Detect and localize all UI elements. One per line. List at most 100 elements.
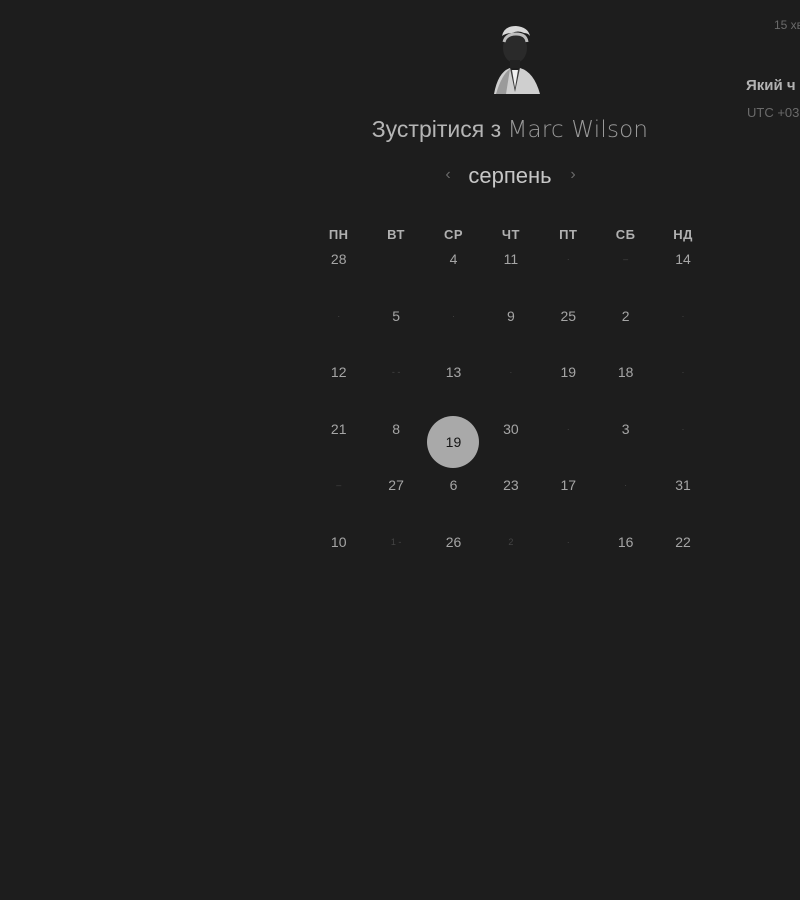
calendar-day: ·	[654, 416, 711, 442]
day-number: 21	[330, 420, 347, 437]
day-number: ·	[566, 536, 570, 547]
weekday-label: ЧТ	[501, 227, 520, 242]
calendar-day[interactable]: 23	[482, 472, 539, 498]
calendar-day: ·	[654, 303, 711, 329]
day-number: 8	[392, 420, 400, 437]
day-number: 9	[506, 307, 515, 324]
month-navigation: ‹ серпень ›	[430, 163, 590, 193]
calendar-day[interactable]: 31	[654, 472, 711, 498]
calendar-day: 1 -	[367, 529, 424, 555]
calendar-day[interactable]: 2	[597, 303, 654, 329]
day-number: - -	[391, 367, 401, 377]
calendar-day[interactable]: 10	[310, 529, 367, 555]
calendar-day	[367, 246, 424, 272]
day-number: 25	[560, 307, 577, 324]
day-number: 28	[330, 251, 347, 267]
weekday-label: НД	[673, 227, 693, 242]
calendar-day[interactable]: 4	[425, 246, 482, 272]
calendar-day[interactable]: 16	[597, 529, 654, 555]
day-number: 4	[449, 251, 458, 267]
day-number: –	[336, 480, 342, 490]
day-number: 13	[445, 364, 462, 380]
calendar-day[interactable]: 3	[597, 416, 654, 442]
calendar-day: 2	[482, 529, 539, 555]
day-number: ·	[509, 367, 513, 377]
calendar-day-selected[interactable]: 19	[425, 415, 482, 468]
day-number: 19	[427, 415, 480, 468]
calendar-grid: ПН ВТ СР ЧТ ПТ СБ НД 28 4 11 · –14 · 5 · 9 25 2 · 12- -13 ·…	[310, 224, 712, 585]
day-number: ·	[451, 310, 455, 321]
day-number: 19	[560, 364, 577, 380]
day-number: 12	[330, 364, 347, 380]
calendar-day: ·	[540, 529, 597, 555]
calendar-day: –	[597, 246, 654, 272]
calendar-day: –	[310, 472, 367, 498]
day-number: 5	[392, 307, 400, 324]
day-number: ·	[681, 367, 685, 377]
title-prefix: Зустрітися з	[371, 116, 502, 142]
calendar-day[interactable]: 18	[597, 359, 654, 385]
calendar-day[interactable]: 14	[654, 246, 711, 272]
calendar-day[interactable]: 12	[310, 359, 367, 385]
calendar-day: - -	[367, 359, 424, 385]
weekday-header-row: ПН ВТ СР ЧТ ПТ СБ НД	[310, 224, 712, 246]
calendar-day[interactable]: 8	[367, 416, 424, 442]
day-number: 1 -	[390, 536, 402, 547]
calendar-days: 28 4 11 · – 14 · 5 · 9 25 2 · 12 - - 13 · 19 18 · 21 8 19 30 · 3 ·…	[310, 246, 712, 585]
calendar-day[interactable]: 6	[425, 472, 482, 498]
day-number: ·	[681, 423, 685, 434]
timezone-question: Який ч	[746, 77, 796, 94]
duration-label: 15 хв	[774, 18, 800, 32]
day-number: 22	[675, 533, 691, 550]
day-number: 2	[621, 307, 630, 324]
details-panel: 15 хв Який ч UTC +03	[746, 0, 800, 140]
day-number: 30	[503, 420, 519, 437]
day-number: –	[623, 254, 629, 264]
calendar-day[interactable]: 9	[482, 303, 539, 329]
day-number: ·	[624, 480, 628, 490]
calendar-day[interactable]: 30	[482, 416, 539, 442]
day-number: 31	[675, 477, 691, 493]
calendar-day[interactable]: 19	[540, 359, 597, 385]
calendar-day[interactable]: 5	[367, 303, 424, 329]
calendar-day[interactable]: 28	[310, 246, 367, 272]
booking-page: Зустрітися з Marc Wilson ‹ серпень › ПН В…	[0, 0, 800, 900]
calendar-day[interactable]: 22	[654, 529, 711, 555]
calendar-day: ·	[597, 472, 654, 498]
day-number: 2	[508, 536, 514, 547]
timezone-label[interactable]: UTC +03	[747, 105, 799, 120]
calendar-day[interactable]: 13	[425, 359, 482, 385]
day-number: 14	[675, 251, 691, 267]
weekday-label: ВТ	[387, 227, 405, 242]
calendar-day: ·	[540, 246, 597, 272]
day-number: 10	[330, 533, 347, 550]
calendar-day[interactable]: 26	[425, 529, 482, 555]
weekday-label: СБ	[615, 227, 636, 242]
chevron-right-icon[interactable]: ›	[565, 165, 581, 185]
weekday-label: ПН	[328, 227, 349, 242]
person-avatar-icon	[494, 26, 540, 94]
calendar-day: ·	[425, 303, 482, 329]
calendar-day[interactable]: 21	[310, 416, 367, 442]
day-number: 17	[560, 477, 577, 493]
day-number: 27	[388, 477, 404, 493]
day-number: ·	[337, 310, 341, 321]
calendar-day[interactable]: 11	[482, 246, 539, 272]
day-number: 26	[445, 533, 462, 550]
calendar-day: ·	[310, 303, 367, 329]
day-number: 11	[503, 251, 519, 267]
calendar-day[interactable]: 17	[540, 472, 597, 498]
day-number: ·	[681, 310, 685, 321]
host-name: Marc Wilson	[507, 117, 649, 143]
calendar-day: ·	[654, 359, 711, 385]
calendar-day[interactable]: 27	[367, 472, 424, 498]
day-number: ·	[566, 423, 570, 434]
day-number: 6	[449, 477, 458, 493]
weekday-label: ПТ	[559, 227, 578, 242]
day-number: 23	[503, 477, 519, 493]
month-label: серпень	[468, 163, 552, 188]
day-number: 3	[621, 420, 630, 437]
day-number: 16	[617, 533, 634, 550]
calendar-day[interactable]: 25	[540, 303, 597, 329]
day-number: 18	[617, 364, 634, 380]
